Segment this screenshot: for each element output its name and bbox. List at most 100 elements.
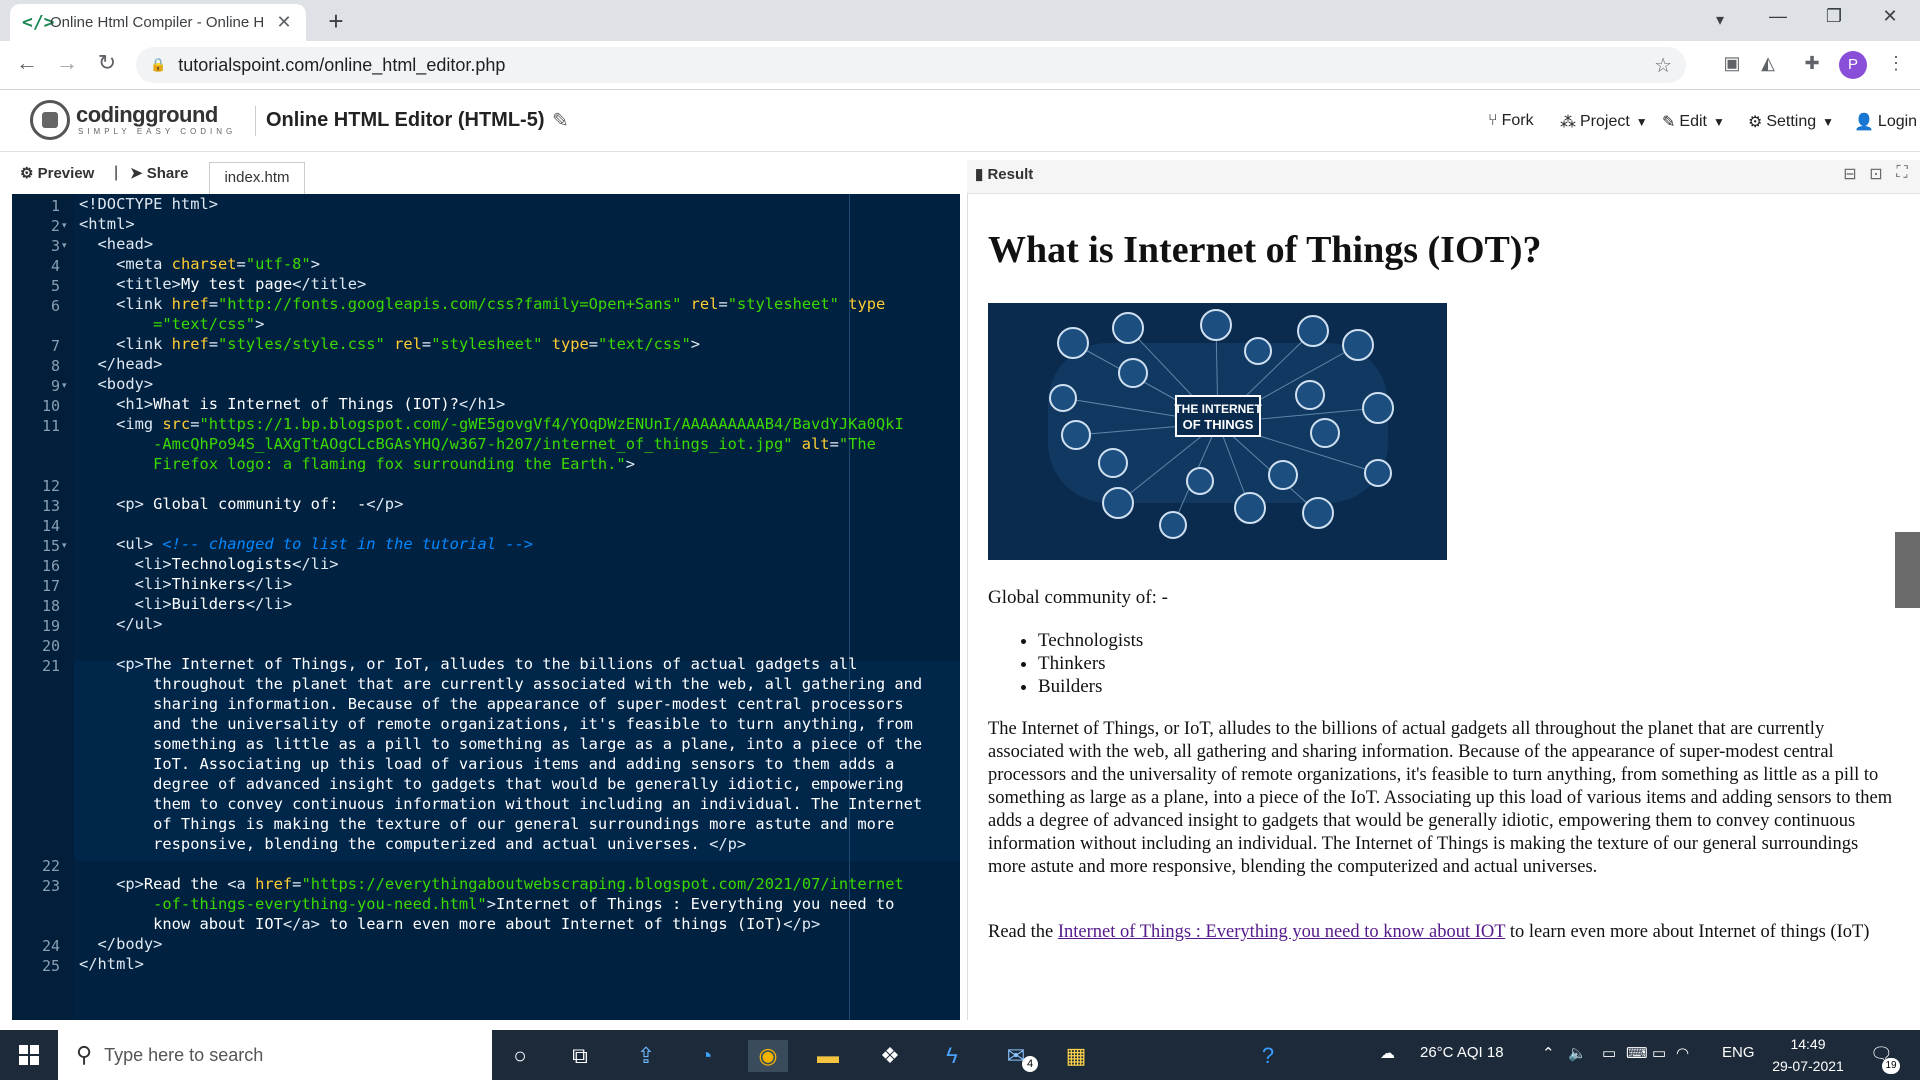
line-number: 19 bbox=[41, 617, 60, 635]
code-line-21-wrap-1: throughout the planet that are currently… bbox=[79, 675, 923, 693]
store-icon[interactable]: ▦ bbox=[1056, 1040, 1096, 1072]
gear-icon: ⚙ bbox=[1748, 114, 1763, 131]
file-explorer-icon[interactable]: ▬ bbox=[808, 1040, 848, 1072]
new-tab-button[interactable]: + bbox=[320, 6, 352, 36]
weather-icon[interactable]: ☁ bbox=[1380, 1044, 1395, 1062]
codingground-logo-icon[interactable] bbox=[30, 100, 70, 140]
task-view-icon[interactable]: ⧉ bbox=[560, 1040, 600, 1072]
line-number: 9 bbox=[50, 377, 60, 395]
minimize-panel-icon[interactable]: ⊡ bbox=[1864, 164, 1888, 184]
puzzle-extensions-icon[interactable]: ✚ bbox=[1798, 53, 1826, 74]
line-number: 18 bbox=[41, 597, 60, 615]
tab-search-icon[interactable]: ▾ bbox=[1700, 10, 1740, 30]
edit-icon: ✎ bbox=[1662, 114, 1676, 131]
bookmark-star-icon[interactable]: ☆ bbox=[1654, 53, 1672, 78]
code-line-4: <meta charset="utf-8"> bbox=[79, 255, 320, 273]
line-number: 24 bbox=[41, 937, 60, 955]
line-number: 20 bbox=[41, 637, 60, 655]
monitor-icon[interactable]: ▭ bbox=[1652, 1044, 1666, 1062]
edge-browser-icon[interactable]: ◔ bbox=[686, 1040, 726, 1072]
help-icon[interactable]: ? bbox=[1248, 1040, 1288, 1072]
caret-down-icon: ▼ bbox=[1712, 115, 1725, 129]
file-tab[interactable]: index.htm bbox=[209, 162, 305, 194]
clock-date[interactable]: 29-07-2021 bbox=[1762, 1058, 1854, 1074]
tab-title: Online Html Compiler - Online H bbox=[50, 14, 265, 31]
setting-menu[interactable]: ⚙ Setting ▼ bbox=[1748, 112, 1834, 132]
line-number: 5 bbox=[50, 277, 60, 295]
forward-arrow-icon[interactable]: → bbox=[52, 50, 82, 76]
edit-title-icon[interactable]: ✎ bbox=[552, 108, 569, 133]
tray-chevron-icon[interactable]: ⌃ bbox=[1542, 1044, 1555, 1062]
windows-logo-icon bbox=[18, 1044, 40, 1066]
code-line-18: <li>Builders</li> bbox=[79, 595, 293, 613]
result-heading: What is Internet of Things (IOT)? bbox=[988, 229, 1542, 271]
dropbox-icon[interactable]: ❖ bbox=[870, 1040, 910, 1072]
preview-button[interactable]: ⚙ Preview bbox=[20, 164, 94, 182]
minimize-button[interactable]: — bbox=[1758, 6, 1798, 27]
battery-icon[interactable]: ▭ bbox=[1602, 1044, 1616, 1062]
lightning-app-icon[interactable]: ϟ bbox=[932, 1040, 972, 1072]
weather-text[interactable]: 26°C AQI 18 bbox=[1420, 1044, 1504, 1061]
line-number: 21 bbox=[41, 657, 60, 675]
restore-button[interactable]: ❐ bbox=[1814, 6, 1854, 27]
logo-text[interactable]: codingground bbox=[76, 102, 218, 128]
split-view-icon[interactable]: ⊟ bbox=[1838, 164, 1862, 184]
extension-chart-icon[interactable]: ◭ bbox=[1754, 53, 1782, 74]
code-line-23-wrap-1: -of-things-everything-you-need.html">Int… bbox=[79, 895, 895, 913]
code-line-7: <link href="styles/style.css" rel="style… bbox=[79, 335, 700, 353]
chrome-browser-icon[interactable]: ◉ bbox=[748, 1040, 788, 1072]
project-label: Project bbox=[1580, 113, 1630, 130]
fork-menu[interactable]: ⑂ Fork bbox=[1488, 112, 1534, 130]
user-icon: 👤 bbox=[1854, 114, 1874, 131]
cortana-icon[interactable]: ○ bbox=[500, 1040, 540, 1072]
clock-time[interactable]: 14:49 bbox=[1768, 1036, 1848, 1052]
line-number: 10 bbox=[41, 397, 60, 415]
code-line-2: <html> bbox=[79, 215, 135, 233]
line-number: 3 bbox=[50, 237, 60, 255]
fold-arrow-icon[interactable]: ▾ bbox=[62, 240, 67, 251]
extension-icon[interactable]: ▣ bbox=[1718, 53, 1746, 74]
image-caption-line-2: OF THINGS bbox=[1183, 417, 1254, 432]
code-line-9: <body> bbox=[79, 375, 154, 393]
code-line-8: </head> bbox=[79, 355, 163, 373]
wifi-icon[interactable]: ◠ bbox=[1676, 1044, 1689, 1062]
close-tab-icon[interactable]: ✕ bbox=[274, 12, 294, 33]
search-icon: ⚲ bbox=[76, 1042, 93, 1067]
code-line-23: <p>Read the <a href="https://everythinga… bbox=[79, 875, 904, 893]
iot-illustration: THE INTERNET OF THINGS bbox=[988, 303, 1447, 560]
display-icon[interactable]: ⌨ bbox=[1626, 1044, 1648, 1062]
code-line-6-wrap: ="text/css"> bbox=[79, 315, 265, 333]
browser-menu-icon[interactable]: ⋮ bbox=[1882, 53, 1910, 74]
fold-arrow-icon[interactable]: ▾ bbox=[62, 220, 67, 231]
code-line-11-wrap-1: -AmcQhPo94S_lAXgTtAOgCLcBGAsYHQ/w367-h20… bbox=[79, 435, 876, 453]
iot-image: THE INTERNET OF THINGS bbox=[988, 303, 1447, 560]
scrollbar-thumb[interactable] bbox=[1895, 532, 1920, 608]
file-transfer-icon[interactable]: ⇪ bbox=[626, 1040, 666, 1072]
volume-icon[interactable]: 🔈 bbox=[1568, 1044, 1587, 1062]
fork-icon: ⑂ bbox=[1488, 112, 1498, 129]
profile-avatar[interactable]: P bbox=[1839, 51, 1867, 79]
login-link[interactable]: 👤 Login bbox=[1854, 112, 1917, 132]
back-arrow-icon[interactable]: ← bbox=[12, 50, 42, 76]
share-button[interactable]: ➤ Share bbox=[130, 164, 188, 182]
iot-article-link[interactable]: Internet of Things : Everything you need… bbox=[1058, 922, 1505, 942]
edit-menu[interactable]: ✎ Edit ▼ bbox=[1662, 112, 1725, 132]
share-arrow-icon: ➤ bbox=[130, 165, 143, 182]
project-menu[interactable]: ⁂ Project ▼ bbox=[1560, 112, 1648, 132]
browser-tab[interactable]: </> Online Html Compiler - Online H ✕ bbox=[10, 4, 306, 41]
fullscreen-icon[interactable]: ⛶ bbox=[1890, 164, 1914, 182]
line-number: 7 bbox=[50, 337, 60, 355]
windows-start-button[interactable] bbox=[0, 1030, 58, 1080]
language-indicator[interactable]: ENG bbox=[1722, 1044, 1755, 1061]
address-bar[interactable]: 🔒 tutorialspoint.com/online_html_editor.… bbox=[136, 47, 1686, 83]
line-number: 13 bbox=[41, 497, 60, 515]
fold-arrow-icon[interactable]: ▾ bbox=[62, 540, 67, 551]
bar-chart-icon: ▮ bbox=[975, 166, 984, 183]
taskbar-search[interactable]: ⚲ Type here to search bbox=[58, 1030, 492, 1080]
reload-icon[interactable]: ↻ bbox=[92, 50, 122, 76]
image-caption-line-1: THE INTERNET bbox=[1174, 402, 1262, 416]
result-label: ▮ Result bbox=[975, 165, 1033, 183]
fold-arrow-icon[interactable]: ▾ bbox=[62, 380, 67, 391]
close-window-button[interactable]: ✕ bbox=[1870, 6, 1910, 27]
code-line-21-wrap-7: them to convey continuous information wi… bbox=[79, 795, 923, 813]
